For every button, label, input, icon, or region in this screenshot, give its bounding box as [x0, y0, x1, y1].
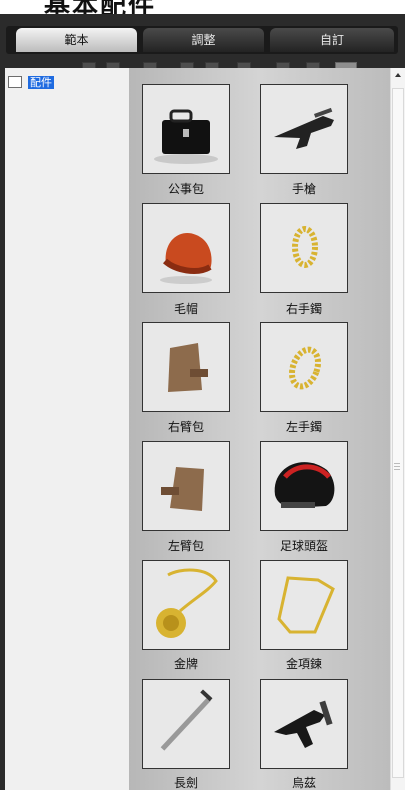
asset-thumb-gold-necklace[interactable]: [260, 560, 348, 650]
asset-thumb-gold-medal[interactable]: [142, 560, 230, 650]
tab-bar: 範本 調整 自訂: [6, 26, 398, 54]
long-sword-icon: [160, 689, 213, 751]
right-arm-bag-icon: [168, 343, 208, 392]
pistol-icon: [274, 107, 334, 149]
left-arm-bag-icon: [161, 467, 204, 511]
asset-label: 右臂包: [167, 420, 204, 434]
window-title-bar: 基本配件: [0, 0, 405, 14]
uzi-icon: [274, 700, 333, 748]
tab-custom[interactable]: 自訂: [270, 28, 394, 52]
gold-medal-icon: [156, 568, 218, 638]
briefcase-icon: [154, 109, 218, 164]
asset-thumb-beanie[interactable]: [142, 203, 230, 293]
asset-thumb-right-bracelet[interactable]: [260, 203, 348, 293]
asset-label: 左手鐲: [285, 420, 322, 434]
asset-label: 金項鍊: [285, 657, 322, 671]
beanie-icon: [160, 233, 212, 284]
asset-label: 烏茲: [291, 776, 316, 790]
library-tree: 配件: [5, 68, 129, 790]
asset-label: 右手鐲: [285, 302, 322, 316]
asset-thumb-pistol[interactable]: [260, 84, 348, 174]
window-title: 基本配件: [44, 0, 156, 14]
folder-checkbox-icon[interactable]: [8, 76, 22, 88]
gold-necklace-icon: [277, 576, 335, 634]
asset-grid: 公事包 手槍 毛帽 右手鐲 右臂包 左手鐲 左臂包 足球頭盔 金牌 金項鍊 長劍…: [129, 68, 390, 790]
asset-thumb-left-arm-bag[interactable]: [142, 441, 230, 531]
asset-thumb-uzi[interactable]: [260, 679, 348, 769]
asset-label: 左臂包: [167, 539, 204, 553]
tab-modify[interactable]: 調整: [143, 28, 264, 52]
football-helmet-icon: [274, 462, 335, 508]
scroll-up-arrow-icon[interactable]: [391, 68, 405, 82]
asset-thumb-long-sword[interactable]: [142, 679, 230, 769]
asset-label: 金牌: [173, 657, 198, 671]
asset-label: 長劍: [173, 776, 198, 790]
tree-item-accessories[interactable]: 配件: [8, 75, 54, 89]
left-bracelet-icon: [288, 346, 322, 390]
right-bracelet-icon: [292, 226, 318, 268]
asset-thumb-right-arm-bag[interactable]: [142, 322, 230, 412]
scrollbar-thumb[interactable]: [392, 88, 404, 778]
tab-templates[interactable]: 範本: [16, 28, 137, 52]
asset-label: 足球頭盔: [279, 539, 328, 553]
asset-thumb-briefcase[interactable]: [142, 84, 230, 174]
asset-thumb-left-bracelet[interactable]: [260, 322, 348, 412]
asset-label: 毛帽: [173, 302, 198, 316]
vertical-scrollbar[interactable]: [390, 68, 405, 790]
tree-item-label: 配件: [28, 75, 54, 89]
asset-thumb-football-helmet[interactable]: [260, 441, 348, 531]
asset-label: 手槍: [291, 182, 316, 196]
scrollbar-grip-icon: [394, 463, 400, 471]
asset-label: 公事包: [167, 182, 204, 196]
